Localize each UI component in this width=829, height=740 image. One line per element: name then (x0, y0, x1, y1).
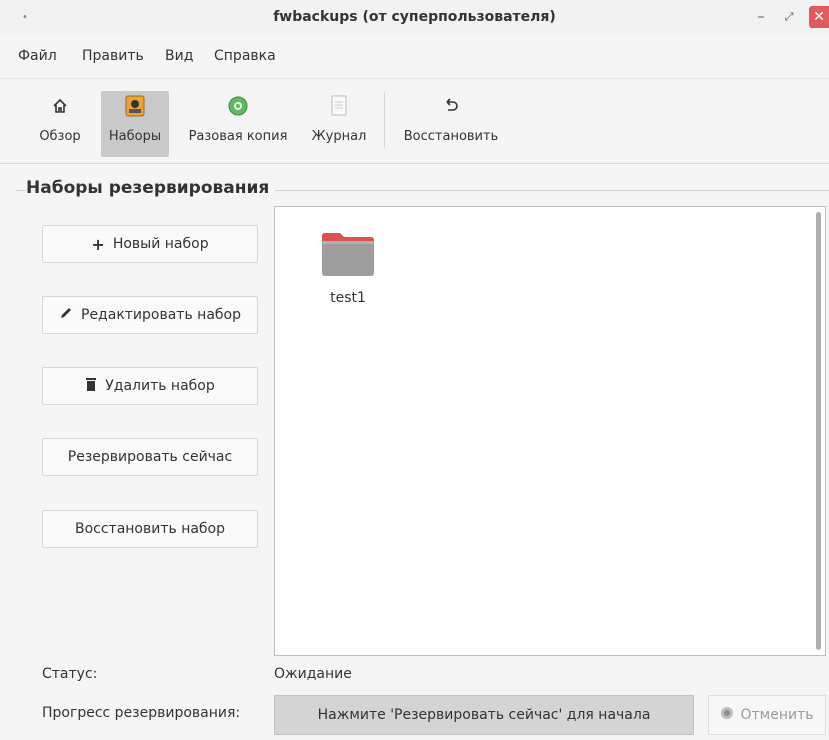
tool-sets[interactable]: Наборы (101, 91, 169, 157)
new-set-label: Новый набор (112, 236, 209, 252)
status-value: Ожидание (274, 666, 352, 682)
minimize-button[interactable]: – (750, 6, 772, 28)
tool-log-label: Журнал (311, 129, 367, 144)
plus-icon: + (91, 234, 105, 254)
pencil-icon (59, 306, 73, 324)
restore-icon (442, 93, 460, 119)
title-bar: • fwbackups (от суперпользователя) – ⤢ ✕ (0, 0, 829, 35)
close-button[interactable]: ✕ (809, 6, 829, 28)
tool-one-time-backup-label: Разовая копия (188, 129, 288, 144)
menu-file[interactable]: Файл (18, 48, 57, 64)
edit-set-label: Редактировать набор (81, 307, 241, 323)
status-label: Статус: (42, 666, 98, 682)
tool-log[interactable]: Журнал (306, 91, 372, 157)
one-time-backup-icon (227, 93, 249, 119)
menu-help[interactable]: Справка (214, 48, 276, 64)
menu-edit[interactable]: Править (82, 48, 144, 64)
new-set-button[interactable]: + Новый набор (42, 225, 258, 263)
section-title: Наборы резервирования (26, 178, 276, 198)
maximize-button[interactable]: ⤢ (778, 6, 800, 28)
delete-set-button[interactable]: Удалить набор (42, 367, 258, 405)
backup-progress-bar: Нажмите 'Резервировать сейчас' для начал… (274, 695, 694, 735)
tool-sets-label: Наборы (108, 129, 162, 144)
home-icon (51, 93, 69, 119)
window-title: fwbackups (от суперпользователя) (273, 9, 556, 25)
tool-restore-label: Восстановить (403, 129, 499, 144)
folder-icon[interactable] (320, 230, 376, 278)
log-icon (330, 93, 348, 119)
restore-set-label: Восстановить набор (74, 521, 226, 537)
backup-now-button[interactable]: Резервировать сейчас (42, 438, 258, 476)
vertical-scrollbar[interactable] (816, 212, 821, 650)
cancel-button[interactable]: Отменить (708, 695, 826, 735)
toolbar-separator (384, 92, 385, 148)
tool-restore[interactable]: Восстановить (396, 91, 506, 157)
delete-set-label: Удалить набор (105, 378, 215, 394)
progress-label: Прогресс резервирования: (42, 705, 241, 721)
tool-overview[interactable]: Обзор (30, 91, 90, 157)
menu-bar: Файл Править Вид Справка (0, 34, 829, 79)
backup-set-name[interactable]: test1 (318, 290, 378, 306)
sets-icon (123, 93, 147, 119)
cancel-label: Отменить (740, 707, 814, 723)
cancel-icon (720, 706, 734, 724)
tool-one-time-backup[interactable]: Разовая копия (180, 91, 296, 157)
menu-view[interactable]: Вид (165, 48, 193, 64)
trash-icon (85, 377, 97, 395)
edit-set-button[interactable]: Редактировать набор (42, 296, 258, 334)
restore-set-button[interactable]: Восстановить набор (42, 510, 258, 548)
tool-overview-label: Обзор (39, 129, 81, 144)
backup-now-label: Резервировать сейчас (67, 449, 233, 465)
